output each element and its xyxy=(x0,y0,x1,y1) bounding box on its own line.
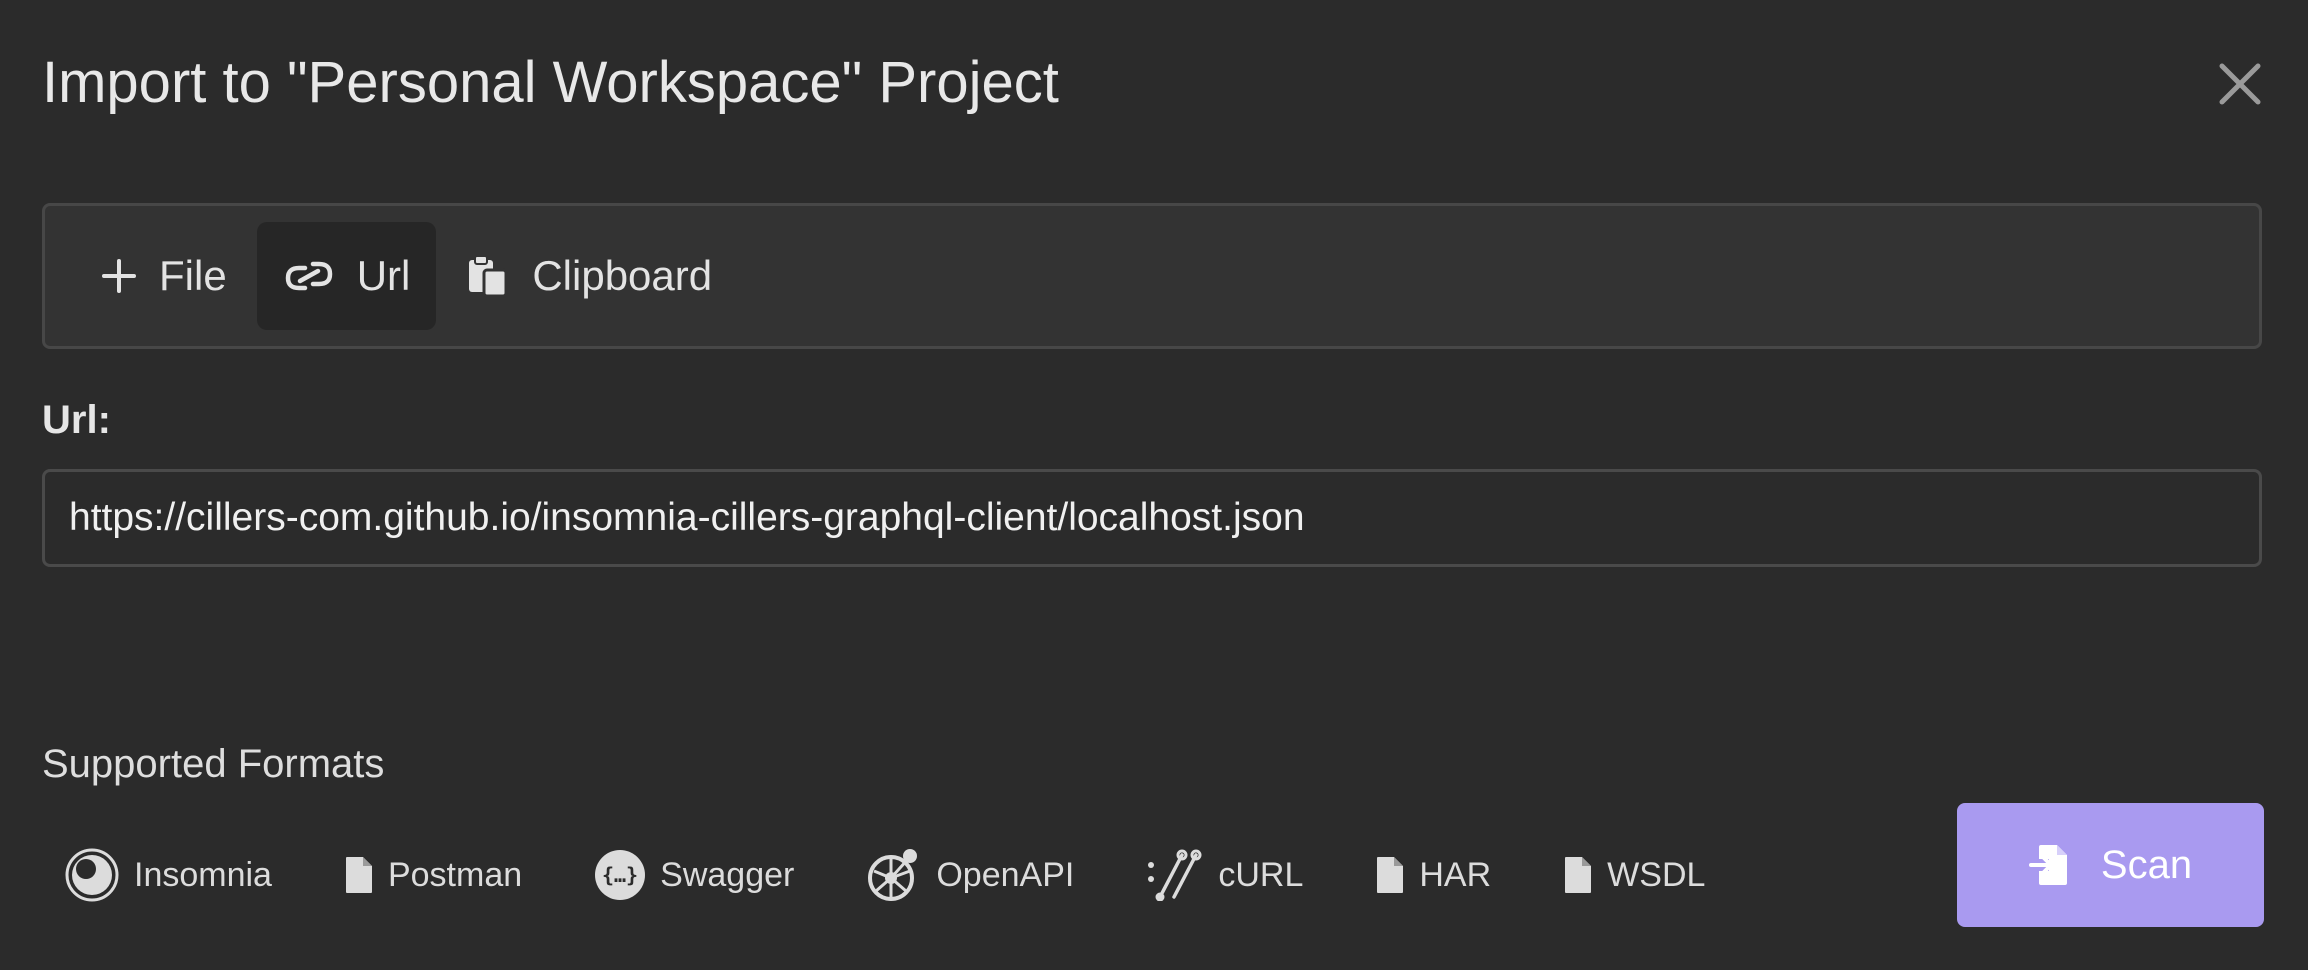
curl-icon xyxy=(1148,849,1202,901)
dialog-title: Import to "Personal Workspace" Project xyxy=(42,50,1059,115)
format-label: Swagger xyxy=(660,855,795,894)
format-label: WSDL xyxy=(1607,855,1706,894)
file-icon xyxy=(345,857,372,893)
format-har: HAR xyxy=(1375,855,1491,895)
format-swagger: {…} Swagger xyxy=(594,849,794,901)
format-label: HAR xyxy=(1419,855,1492,894)
format-openapi: OpenAPI xyxy=(866,847,1074,903)
insomnia-icon xyxy=(65,848,119,902)
format-label: OpenAPI xyxy=(936,855,1075,894)
file-icon xyxy=(1377,857,1404,893)
tab-clipboard[interactable]: Clipboard xyxy=(440,222,738,330)
close-icon xyxy=(2219,63,2261,105)
file-import-icon xyxy=(2028,845,2067,885)
supported-formats-title: Supported Formats xyxy=(42,742,385,786)
tab-url[interactable]: Url xyxy=(256,222,437,330)
tab-file[interactable]: File xyxy=(75,222,253,330)
tab-url-label: Url xyxy=(356,252,411,299)
link-icon xyxy=(285,261,332,291)
import-dialog: Import to "Personal Workspace" Project F… xyxy=(0,0,2308,970)
tab-file-label: File xyxy=(159,252,227,299)
format-label: cURL xyxy=(1218,855,1304,894)
format-label: Insomnia xyxy=(134,855,272,894)
clipboard-icon xyxy=(469,255,508,298)
swagger-icon: {…} xyxy=(595,850,646,900)
format-curl: cURL xyxy=(1146,849,1303,901)
tab-clipboard-label: Clipboard xyxy=(532,252,713,299)
file-icon xyxy=(1565,857,1592,893)
format-label: Postman xyxy=(387,855,523,894)
format-postman: Postman xyxy=(344,855,522,895)
import-source-tabs: File Url Clipboard xyxy=(42,203,2262,349)
format-wsdl: WSDL xyxy=(1563,855,1705,895)
url-field-label: Url: xyxy=(42,398,111,442)
supported-formats-list: Insomnia Postman {…} Swagger OpenAPI cUR… xyxy=(64,845,1777,905)
close-button[interactable] xyxy=(2212,56,2268,112)
scan-button[interactable]: Scan xyxy=(1957,803,2264,927)
scan-button-label: Scan xyxy=(2100,842,2193,887)
plus-icon xyxy=(102,259,136,293)
format-insomnia: Insomnia xyxy=(64,847,272,903)
svg-text:{…}: {…} xyxy=(602,863,638,887)
url-input[interactable] xyxy=(42,469,2262,567)
openapi-icon xyxy=(868,849,918,901)
